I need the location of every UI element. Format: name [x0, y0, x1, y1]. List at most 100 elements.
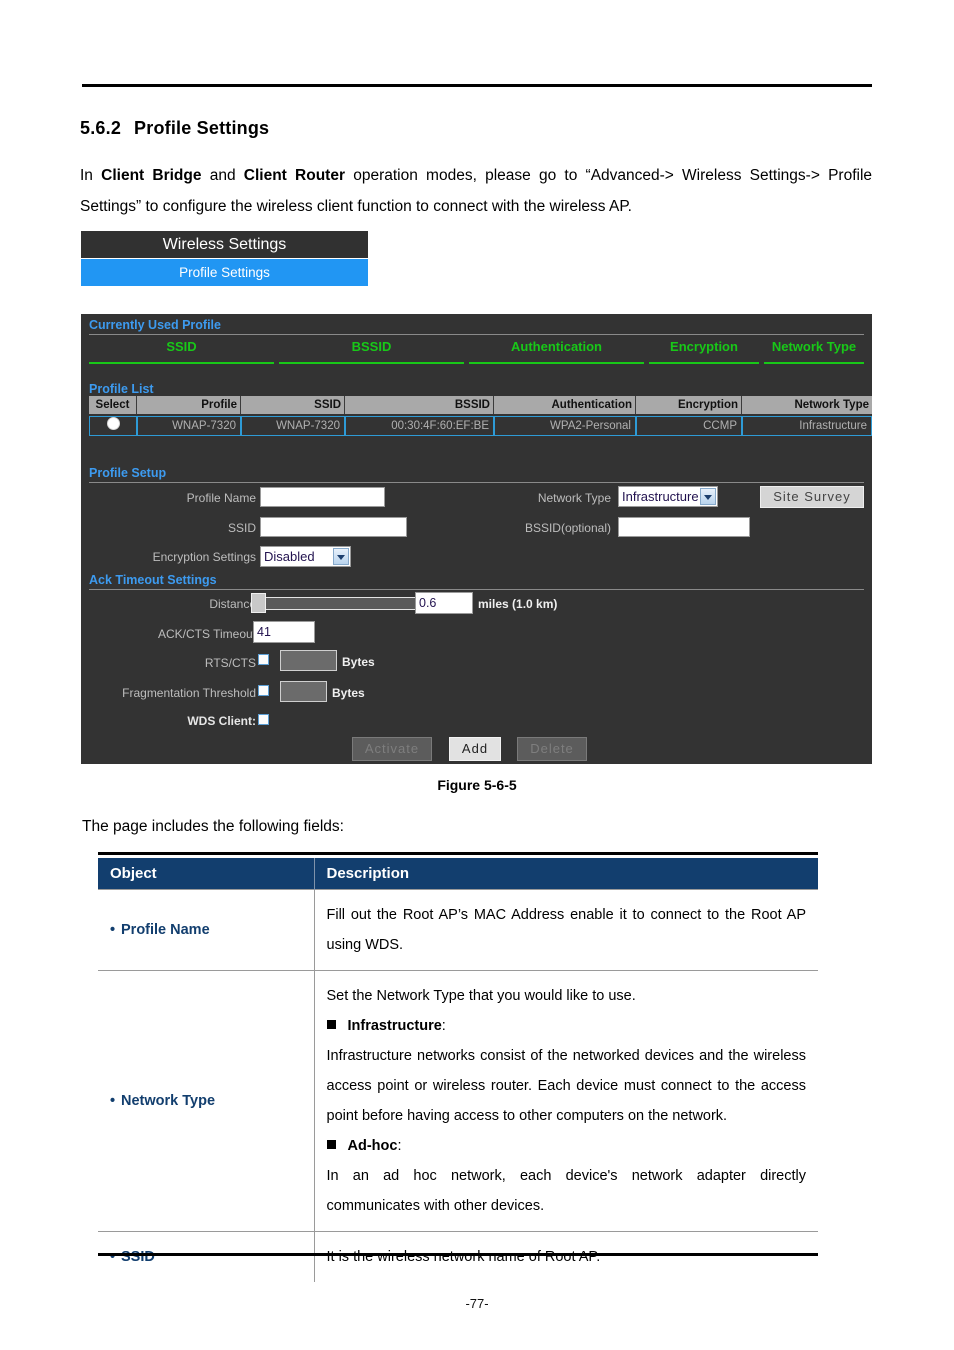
network-type-select[interactable]: Infrastructure — [618, 486, 718, 507]
bullet-icon: • — [110, 922, 116, 938]
currently-used-profile-header: SSID BSSID Authentication Encryption Net… — [89, 336, 864, 368]
table-row-select-cell[interactable] — [89, 416, 137, 436]
fields-note: The page includes the following fields: — [82, 818, 344, 835]
object-label: SSID — [121, 1249, 155, 1265]
chevron-down-icon[interactable] — [333, 548, 349, 565]
plist-header-authentication: Authentication — [494, 396, 636, 414]
description-paragraph: In an ad hoc network, each device's netw… — [326, 1168, 807, 1214]
plist-header-bssid: BSSID — [345, 396, 494, 414]
label-distance: Distance — [209, 597, 256, 611]
profile-select-radio[interactable] — [106, 417, 120, 430]
bullet-icon: • — [110, 1249, 116, 1265]
label-ssid: SSID — [227, 521, 256, 535]
cup-col-encryption: Encryption — [649, 336, 759, 364]
description-table: Object Description • Profile Name Fill ou… — [98, 858, 818, 1282]
table-row-profile: WNAP-7320 — [137, 416, 241, 436]
bssid-input[interactable] — [618, 517, 750, 537]
term-suffix: : — [441, 1018, 446, 1034]
term-label: Infrastructure — [347, 1018, 442, 1034]
intro-term-client-router: Client Router — [243, 167, 345, 184]
page-header-rule — [82, 84, 872, 87]
description-table-bottom-border — [98, 1253, 818, 1256]
page-number: -77- — [465, 1296, 489, 1311]
column-header-object: Object — [98, 858, 315, 890]
section-profile-setup-rule — [89, 482, 864, 483]
intro-conjunction: and — [201, 167, 244, 184]
wds-client-checkbox[interactable] — [258, 714, 269, 725]
network-type-value: Infrastructure — [622, 489, 699, 504]
square-bullet-icon — [326, 1020, 336, 1029]
table-row-bssid: 00:30:4F:60:EF:BE — [345, 416, 494, 436]
menu-item-profile-settings[interactable]: Profile Settings — [81, 259, 368, 286]
description-paragraph: Fill out the Root AP’s MAC Address enabl… — [326, 907, 807, 953]
device-config-panel: Currently Used Profile SSID BSSID Authen… — [81, 314, 872, 764]
profile-name-input[interactable] — [260, 487, 385, 507]
description-cell-network-type: Set the Network Type that you would like… — [314, 970, 818, 1232]
column-header-description: Description — [314, 858, 818, 890]
description-table-top-border — [98, 852, 818, 855]
label-wds-client: WDS Client: — [187, 714, 256, 728]
section-title: Profile Settings — [134, 118, 270, 138]
rts-cts-value-input[interactable] — [280, 650, 337, 671]
ack-cts-timeout-input[interactable] — [253, 621, 315, 643]
plist-header-select: Select — [89, 396, 137, 414]
table-row: • Network Type Set the Network Type that … — [98, 970, 818, 1232]
distance-value-input[interactable] — [415, 592, 473, 614]
label-network-type: Network Type — [537, 491, 611, 505]
section-currently-used-profile-rule — [89, 334, 864, 335]
description-cell-ssid: It is the wireless network name of Root … — [314, 1231, 818, 1282]
menu-parent-wireless-settings[interactable]: Wireless Settings — [81, 231, 368, 258]
rts-cts-checkbox[interactable] — [258, 654, 269, 665]
description-table-header-row: Object Description — [98, 858, 818, 890]
distance-slider-thumb[interactable] — [251, 593, 266, 613]
cup-col-authentication: Authentication — [469, 336, 644, 364]
section-ack-timeout-title: Ack Timeout Settings — [89, 573, 217, 587]
object-cell-network-type: • Network Type — [98, 970, 315, 1232]
label-ack-cts-timeout: ACK/CTS Timeout — [157, 627, 256, 641]
cup-col-ssid: SSID — [89, 336, 274, 364]
site-survey-button[interactable]: Site Survey — [760, 486, 864, 508]
intro-term-client-bridge: Client Bridge — [101, 167, 202, 184]
encryption-settings-value: Disabled — [264, 549, 315, 564]
section-currently-used-profile-title: Currently Used Profile — [89, 318, 221, 332]
object-cell-profile-name: • Profile Name — [98, 889, 315, 971]
table-row-network-type: Infrastructure — [742, 416, 872, 436]
object-label: Network Type — [121, 1093, 216, 1109]
description-paragraph: Infrastructure networks consist of the n… — [326, 1048, 807, 1124]
section-number: 5.6.2 — [80, 118, 122, 138]
term-label: Ad-hoc — [347, 1138, 398, 1154]
label-profile-name: Profile Name — [186, 491, 256, 505]
intro-paragraph: In Client Bridge and Client Router opera… — [80, 160, 872, 222]
description-term-ad-hoc: Ad-hoc: — [326, 1131, 807, 1161]
table-row-authentication: WPA2-Personal — [494, 416, 636, 436]
object-label: Profile Name — [121, 922, 210, 938]
fragmentation-threshold-checkbox[interactable] — [258, 685, 269, 696]
encryption-settings-select[interactable]: Disabled — [260, 546, 351, 567]
object-cell-ssid: • SSID — [98, 1231, 315, 1282]
plist-header-encryption: Encryption — [636, 396, 742, 414]
description-paragraph: Set the Network Type that you would like… — [326, 988, 636, 1004]
fragmentation-threshold-input[interactable] — [280, 681, 327, 702]
label-encryption-settings: Encryption Settings — [152, 550, 256, 564]
plist-header-network-type: Network Type — [742, 396, 872, 414]
activate-button[interactable]: Activate — [352, 737, 432, 761]
fragmentation-threshold-unit-label: Bytes — [332, 686, 365, 700]
section-ack-timeout-rule — [89, 589, 864, 590]
distance-unit-label: miles (1.0 km) — [478, 597, 558, 611]
table-row: • Profile Name Fill out the Root AP’s MAC… — [98, 889, 818, 971]
delete-button[interactable]: Delete — [517, 737, 587, 761]
table-row-ssid: WNAP-7320 — [241, 416, 345, 436]
cup-col-network-type: Network Type — [764, 336, 864, 364]
description-paragraph: It is the wireless network name of Root … — [326, 1249, 601, 1265]
label-bssid-optional: BSSID(optional) — [524, 521, 611, 535]
ssid-input[interactable] — [260, 517, 407, 537]
description-cell-profile-name: Fill out the Root AP’s MAC Address enabl… — [314, 889, 818, 971]
chevron-down-icon[interactable] — [700, 488, 716, 505]
add-button[interactable]: Add — [449, 737, 501, 761]
term-suffix: : — [397, 1138, 402, 1154]
label-fragmentation-threshold: Fragmentation Threshold — [122, 686, 256, 700]
distance-slider-track[interactable] — [253, 597, 419, 610]
plist-header-ssid: SSID — [241, 396, 345, 414]
rts-cts-unit-label: Bytes — [342, 655, 375, 669]
description-term-infrastructure: Infrastructure: — [326, 1011, 807, 1041]
